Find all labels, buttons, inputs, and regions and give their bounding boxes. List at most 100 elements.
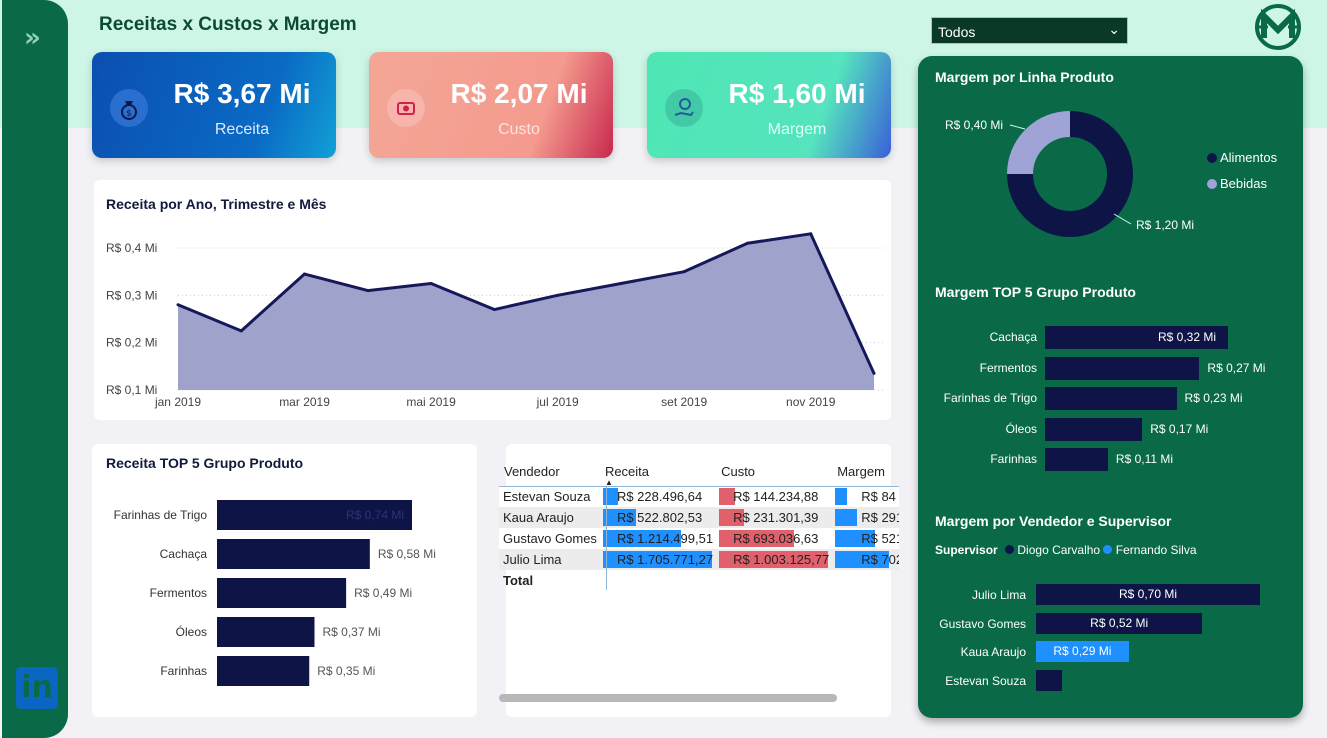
- x-tick-label: mai 2019: [406, 395, 456, 409]
- legend-dot: [1207, 153, 1217, 163]
- y-tick-label: R$ 0,2 Mi: [106, 336, 157, 350]
- custo-cell: R$ 1.003.125,77: [717, 549, 833, 570]
- svg-text:$: $: [126, 109, 132, 119]
- kpi-value: R$ 2,07 Mi: [450, 78, 588, 109]
- horizontal-scrollbar[interactable]: [499, 694, 837, 702]
- margem-cell: R$ 291: [833, 507, 899, 528]
- cell-text: Kaua Araujo: [503, 510, 574, 525]
- chevron-down-icon[interactable]: ⌄: [1108, 21, 1120, 38]
- column-header-custo[interactable]: Custo: [717, 456, 833, 486]
- cell-text: R$ 228.496,64: [616, 489, 703, 504]
- value-label: R$ 0,11 Mi: [1115, 452, 1174, 466]
- legend-item[interactable]: Bebidas: [1220, 176, 1267, 191]
- data-point[interactable]: [239, 329, 243, 333]
- total-row: Total: [499, 570, 899, 591]
- cell-text: R$ 1.003.125,77: [733, 552, 830, 567]
- donut-label-alimentos: R$ 1,20 Mi: [1136, 218, 1194, 232]
- bar[interactable]: [217, 656, 310, 686]
- margem-cell: R$ 521: [833, 528, 899, 549]
- kpi-label: Custo: [498, 121, 540, 138]
- value-label: R$ 0,23 Mi: [1184, 391, 1243, 405]
- kpi-label: Margem: [767, 121, 827, 138]
- value-label: R$ 0,52 Mi: [1090, 615, 1149, 630]
- legend-item-fernando[interactable]: Fernando Silva: [1116, 543, 1197, 557]
- column-header-margem[interactable]: Margem: [833, 456, 899, 486]
- data-point[interactable]: [872, 371, 876, 375]
- cell-text: Gustavo Gomes: [503, 531, 597, 546]
- filter-value: Todos: [938, 24, 976, 40]
- data-point[interactable]: [809, 232, 813, 236]
- category-label: Óleos: [1005, 421, 1037, 436]
- data-point[interactable]: [619, 282, 623, 285]
- double-chevron-right-icon[interactable]: »: [24, 25, 50, 51]
- value-label: R$ 0,58 Mi: [378, 547, 436, 561]
- receita-cell: R$ 228.496,64: [601, 486, 717, 507]
- category-label: Farinhas: [990, 452, 1037, 466]
- bar-chart-card: Receita TOP 5 Grupo Produto Farinhas de …: [92, 444, 477, 717]
- category-label: Estevan Souza: [945, 674, 1026, 689]
- table-row[interactable]: Julio Lima R$ 1.705.771,27 R$ 1.003.125,77…: [499, 549, 899, 570]
- line-chart-card: Receita por Ano, Trimestre e Mês R$ 0,4 …: [94, 180, 891, 420]
- revenue-area: [178, 233, 874, 390]
- bar[interactable]: [217, 617, 315, 647]
- data-point[interactable]: [303, 272, 307, 276]
- data-point[interactable]: [745, 241, 749, 245]
- filter-dropdown[interactable]: Todos ⌄: [931, 17, 1128, 44]
- legend-item[interactable]: Alimentos: [1220, 150, 1278, 165]
- cell-text: Estevan Souza: [503, 489, 591, 504]
- donut-slice-bebidas[interactable]: [1007, 111, 1071, 175]
- category-label: Cachaça: [989, 330, 1037, 344]
- total-cell: [833, 570, 899, 591]
- legend-item-diogo[interactable]: Diogo Carvalho: [1017, 543, 1100, 557]
- legend-dot-diogo: [1005, 545, 1015, 554]
- category-label: Farinhas de Trigo: [114, 508, 208, 522]
- supervisor-legend: Supervisor Diogo Carvalho Fernando Silva: [935, 543, 1197, 557]
- data-point[interactable]: [492, 308, 496, 312]
- data-point[interactable]: [429, 282, 433, 285]
- bar: [1036, 670, 1062, 692]
- money-icon: [387, 89, 425, 127]
- category-label: Kaua Araujo: [960, 645, 1026, 660]
- table-row[interactable]: Gustavo Gomes R$ 1.214.499,51 R$ 693.036,6…: [499, 528, 899, 549]
- vendedor-cell: Kaua Araujo: [499, 507, 601, 528]
- column-header-vendedor[interactable]: Vendedor: [499, 456, 601, 486]
- total-cell: [601, 570, 717, 591]
- vendedor-cell: Gustavo Gomes: [499, 528, 601, 549]
- bar[interactable]: [217, 539, 370, 569]
- data-point[interactable]: [556, 293, 560, 297]
- y-tick-label: R$ 0,3 Mi: [106, 288, 157, 302]
- value-label: R$ 0,70 Mi: [1118, 587, 1178, 601]
- page-title: Receitas x Custos x Margem: [99, 14, 357, 35]
- linkedin-icon[interactable]: in: [16, 667, 58, 709]
- receita-cell: R$ 1.214.499,51: [601, 528, 717, 549]
- legend-dot-fernando: [1103, 545, 1113, 554]
- dollar-hand-icon: [665, 89, 703, 127]
- kpi-receita: $ R$ 3,67 Mi Receita: [92, 52, 336, 158]
- total-label: Total: [503, 573, 534, 588]
- cell-text: R$ 144.234,88: [733, 489, 819, 504]
- value-label: R$ 0,74 Mi: [346, 508, 404, 522]
- category-label: Julio Lima: [971, 588, 1026, 602]
- kpi-custo: R$ 2,07 Mi Custo: [369, 52, 613, 158]
- value-label: R$ 0,29 Mi: [1053, 644, 1112, 659]
- bar[interactable]: [217, 578, 347, 608]
- y-tick-label: R$ 0,4 Mi: [106, 241, 157, 255]
- margem-cell: R$ 84: [833, 486, 899, 507]
- table-row[interactable]: Kaua Araujo R$ 522.802,53 R$ 231.301,39 R$ …: [499, 507, 899, 528]
- data-point[interactable]: [682, 270, 686, 274]
- category-label: Farinhas: [160, 664, 207, 678]
- seller-margin-title: Margem por Vendedor e Supervisor: [935, 513, 1172, 529]
- value-label: R$ 0,37 Mi: [323, 625, 381, 639]
- data-point[interactable]: [176, 303, 180, 307]
- vendedor-cell: Julio Lima: [499, 549, 601, 570]
- data-point[interactable]: [366, 289, 370, 293]
- column-header-label: Receita: [604, 463, 650, 479]
- sidebar: » in: [2, 0, 68, 738]
- donut-title: Margem por Linha Produto: [935, 69, 1114, 85]
- value-label: R$ 0,49 Mi: [354, 586, 412, 600]
- table-row[interactable]: Estevan Souza R$ 228.496,64 R$ 144.234,88 R…: [499, 486, 899, 507]
- x-tick-label: mar 2019: [279, 395, 330, 409]
- value-label: R$ 0,27 Mi: [1207, 360, 1266, 375]
- column-header-receita[interactable]: Receita ▲: [601, 456, 717, 488]
- receita-cell: R$ 522.802,53: [601, 507, 717, 528]
